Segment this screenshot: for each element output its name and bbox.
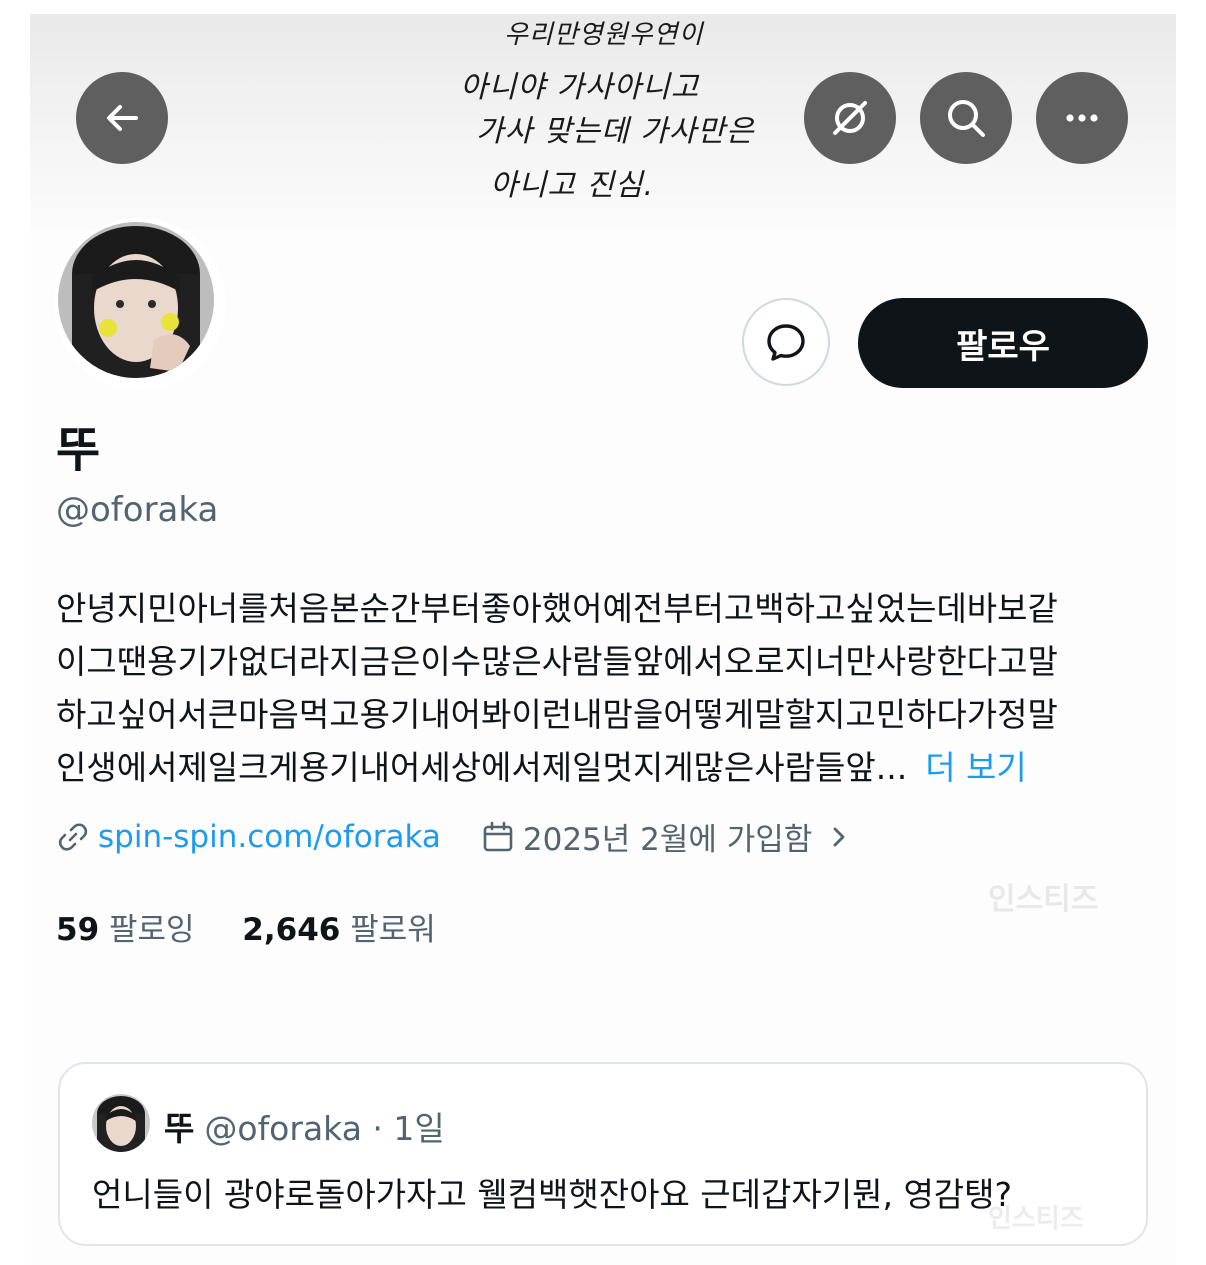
- arrow-left-icon: [107, 105, 138, 131]
- handwriting-line: 아니야 가사아니고: [460, 70, 700, 105]
- bio-line-last: 인생에서제일크게용기내어세상에서제일멋지게많은사람들앞... 더 보기: [56, 741, 1146, 794]
- followers-count: 2,646: [242, 912, 341, 948]
- display-name: 뚜: [56, 422, 101, 478]
- followers-label: 팔로워: [350, 912, 436, 948]
- more-button[interactable]: [1036, 72, 1128, 164]
- follow-stats: 59 팔로잉 2,646 팔로워: [56, 904, 436, 949]
- show-more-link[interactable]: 더 보기: [925, 748, 1027, 787]
- back-button[interactable]: [76, 72, 168, 164]
- user-handle: @oforaka: [56, 490, 219, 530]
- calendar-icon: [483, 821, 513, 851]
- handwriting-line: 가사 맞는데 가사만은: [476, 114, 755, 149]
- avatar: [92, 1094, 150, 1152]
- profile-banner: 우리만영원우연이 아니야 가사아니고 가사 맞는데 가사만은 아니고 진심.: [30, 14, 1176, 229]
- profile-meta: spin-spin.com/oforaka 2025년 2월에 가입함: [56, 814, 854, 859]
- follow-button[interactable]: 팔로우: [858, 298, 1148, 388]
- bio-line: 하고싶어서큰마음먹고용기내어봐이런내맘을어떻게말할지고민하다가정말: [56, 695, 1058, 734]
- followers-stat[interactable]: 2,646 팔로워: [242, 912, 435, 948]
- avatar: [58, 222, 214, 378]
- handwriting-line: 아니고 진심.: [490, 168, 655, 203]
- more-icon: [1066, 114, 1098, 122]
- quoted-post-text: 언니들이 광야로돌아가자고 웰컴백햇잔아요 근데갑자기뭔, 영감탱?: [92, 1175, 1013, 1214]
- quoted-author-handle: @oforaka · 1일: [204, 1109, 445, 1148]
- following-stat[interactable]: 59 팔로잉: [56, 912, 195, 948]
- profile-bio: 안녕지민아너를처음본순간부터좋아했어예전부터고백하고싶었는데바보같 이그땐용기가…: [56, 582, 1146, 794]
- grok-button[interactable]: [804, 72, 896, 164]
- search-button[interactable]: [920, 72, 1012, 164]
- quoted-author-name: 뚜: [164, 1109, 195, 1148]
- joined-date: 2025년 2월에 가입함: [522, 822, 813, 858]
- bio-line: 이그땐용기가없더라지금은이수많은사람들앞에서오로지너만사랑한다고말: [56, 642, 1058, 681]
- chevron-right-icon[interactable]: [824, 822, 854, 852]
- search-icon: [948, 100, 985, 137]
- following-count: 59: [56, 912, 100, 948]
- message-icon: [767, 324, 805, 361]
- handwriting-line: 우리만영원우연이: [504, 20, 704, 50]
- watermark: 인스티즈: [988, 1204, 1084, 1234]
- message-button[interactable]: [742, 298, 830, 386]
- profile-link[interactable]: spin-spin.com/oforaka: [98, 819, 441, 855]
- quoted-post-header: 뚜 @oforaka · 1일: [164, 1102, 445, 1150]
- following-label: 팔로잉: [109, 912, 195, 948]
- profile-avatar[interactable]: [54, 218, 226, 390]
- bio-line: 안녕지민아너를처음본순간부터좋아했어예전부터고백하고싶었는데바보같: [56, 589, 1058, 628]
- bio-line-text: 인생에서제일크게용기내어세상에서제일멋지게많은사람들앞...: [56, 748, 908, 787]
- grok-icon: [833, 101, 867, 135]
- link-icon: [58, 822, 88, 851]
- profile-screen: 우리만영원우연이 아니야 가사아니고 가사 맞는데 가사만은 아니고 진심. 팔…: [30, 14, 1176, 1265]
- quoted-post[interactable]: 뚜 @oforaka · 1일 언니들이 광야로돌아가자고 웰컴백햇잔아요 근데갑…: [58, 1062, 1148, 1246]
- watermark: 인스티즈: [988, 882, 1099, 917]
